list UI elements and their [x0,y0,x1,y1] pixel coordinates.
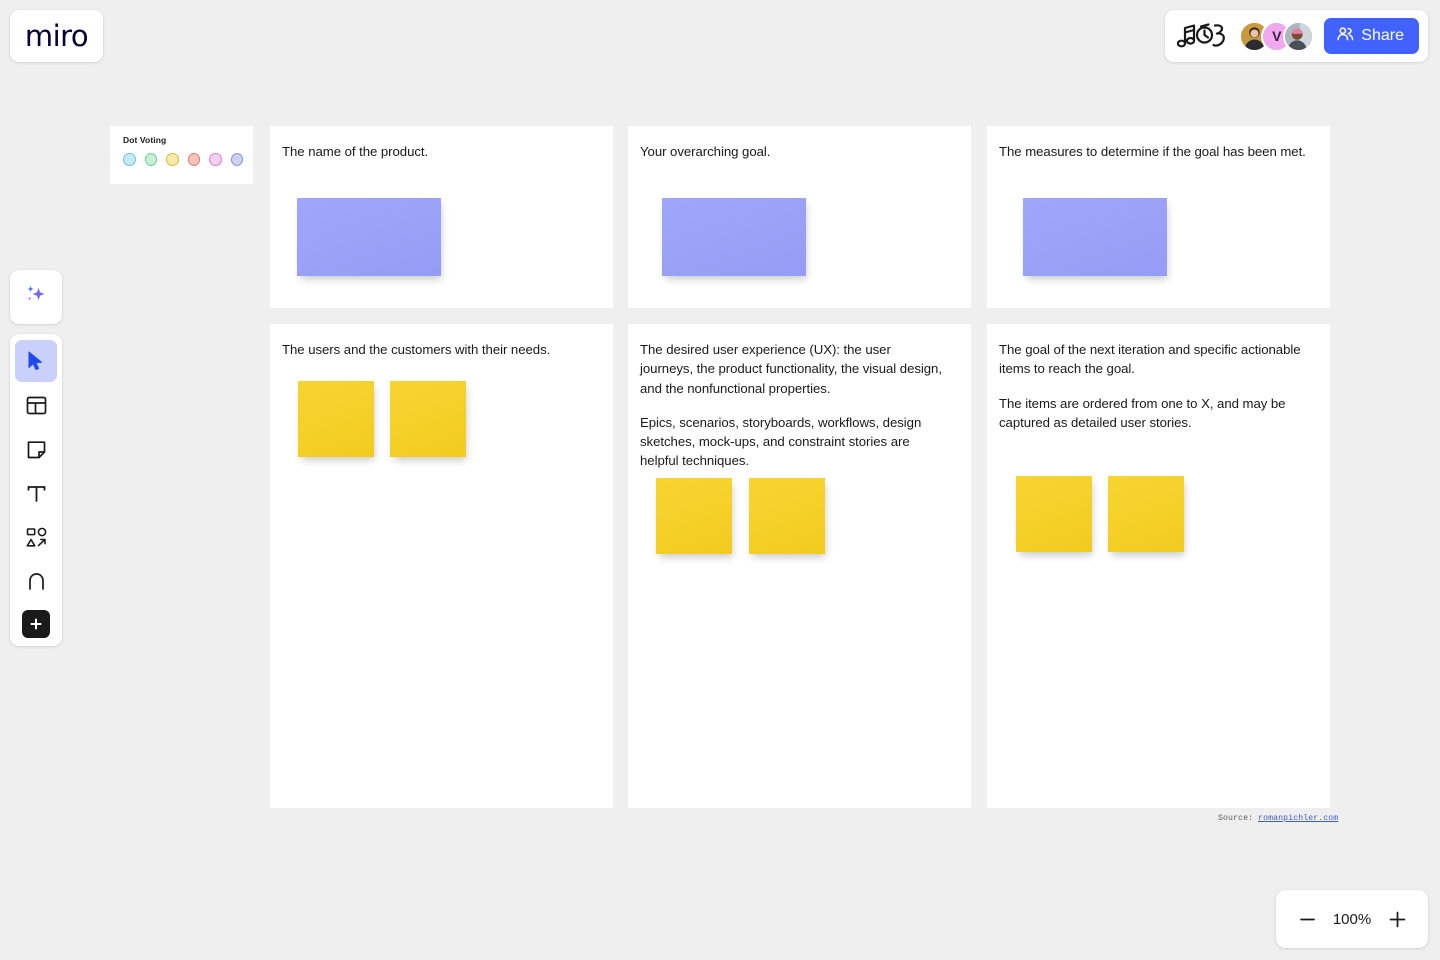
plus-icon [1389,911,1405,927]
card-text: The users and the customers with their n… [282,342,551,357]
tool-shapes[interactable] [15,516,57,558]
sticky-note-purple[interactable] [662,198,806,276]
sticky-note-yellow[interactable] [1108,476,1184,552]
miro-logo[interactable]: miro [10,10,103,62]
dot-voting-colors [123,153,243,166]
top-right-toolbar: V Share [1165,10,1428,62]
tool-pen[interactable] [15,560,57,602]
tool-more-button[interactable] [22,610,50,638]
card-text: The name of the product. [282,144,429,159]
card-next-iteration[interactable]: The goal of the next iteration and speci… [987,324,1330,808]
dot-voting-widget[interactable]: Dot Voting [110,126,253,184]
vote-dot[interactable] [209,153,222,166]
source-prefix: Source: [1218,814,1259,823]
vote-dot[interactable] [230,153,243,166]
vote-dot[interactable] [187,153,200,166]
share-button-label: Share [1361,27,1404,44]
sticky-note-yellow[interactable] [656,478,732,554]
card-measures[interactable]: The measures to determine if the goal ha… [987,126,1330,308]
left-toolbar [10,334,62,646]
avatar-initial: V [1272,28,1282,44]
card-text: The desired user experience (UX): the us… [640,342,942,396]
card-text: Epics, scenarios, storyboards, workflows… [640,414,922,469]
miro-logo-text: miro [24,19,89,53]
sticky-note-group [656,478,825,554]
music-doodle-icon[interactable] [1177,21,1229,51]
card-users-customers[interactable]: The users and the customers with their n… [270,324,613,808]
card-user-experience[interactable]: The desired user experience (UX): the us… [628,324,971,808]
sticky-note-group [1016,476,1184,552]
sticky-note-group [298,381,466,457]
vote-dot[interactable] [166,153,179,166]
vote-dot[interactable] [123,153,136,166]
plus-icon [30,618,42,630]
sticky-note-purple[interactable] [1023,198,1167,276]
tool-text[interactable] [15,472,57,514]
ai-sparkles-icon [23,282,49,313]
shapes-icon [25,526,48,549]
avatar[interactable] [1283,20,1315,52]
card-overarching-goal[interactable]: Your overarching goal. [628,126,971,308]
template-frame-icon [25,394,48,417]
tool-select[interactable] [15,340,57,382]
zoom-in-button[interactable] [1386,908,1408,930]
vote-dot[interactable] [144,153,157,166]
source-link[interactable]: romanpichler.com [1258,814,1338,823]
cursor-icon [25,350,47,372]
tool-sticky-note[interactable] [15,428,57,470]
tool-templates[interactable] [15,384,57,426]
ai-tool-button[interactable] [10,270,62,324]
card-text: The goal of the next iteration and speci… [999,342,1301,377]
people-icon [1336,25,1354,48]
card-text: The items are ordered from one to X, and… [999,395,1286,430]
sticky-note-yellow[interactable] [749,478,825,554]
zoom-level-label[interactable]: 100% [1333,911,1371,928]
dot-voting-title: Dot Voting [123,135,167,145]
card-product-name[interactable]: The name of the product. [270,126,613,308]
text-icon [25,482,48,505]
card-text: Your overarching goal. [640,144,771,159]
sticky-note-yellow[interactable] [1016,476,1092,552]
sticky-note-yellow[interactable] [390,381,466,457]
collaborator-avatars[interactable]: V [1239,20,1315,52]
zoom-out-button[interactable] [1296,908,1318,930]
minus-icon [1299,918,1315,920]
source-attribution: Source: romanpichler.com [1218,814,1338,823]
sticky-note-icon [25,438,48,461]
share-button[interactable]: Share [1324,18,1419,54]
pen-icon [25,570,48,593]
zoom-controls: 100% [1276,890,1428,948]
sticky-note-purple[interactable] [297,198,441,276]
card-text: The measures to determine if the goal ha… [999,144,1306,159]
sticky-note-yellow[interactable] [298,381,374,457]
